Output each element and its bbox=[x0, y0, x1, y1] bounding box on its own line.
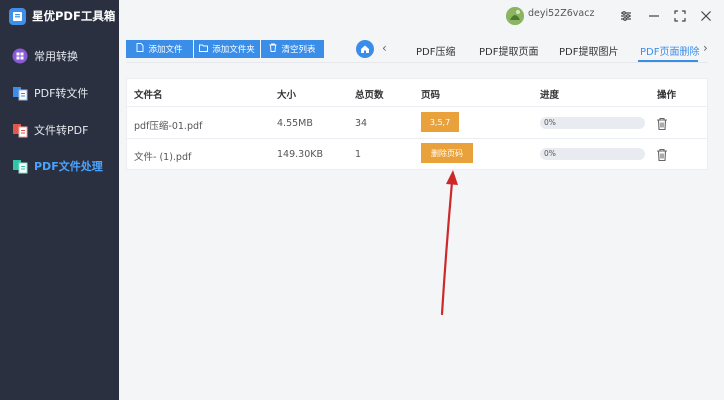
tab-pdf-extract-images[interactable]: PDF提取图片 bbox=[559, 43, 618, 58]
page-code-button[interactable]: 删除页码 bbox=[421, 143, 473, 163]
add-file-button[interactable]: 添加文件 bbox=[126, 40, 193, 58]
table-row[interactable]: 文件- (1).pdf 149.30KB 1 删除页码 0% bbox=[127, 139, 707, 170]
sidebar-item-common-convert[interactable]: 常用转换 bbox=[12, 46, 78, 66]
trash-icon bbox=[269, 43, 277, 55]
user-avatar[interactable] bbox=[506, 7, 524, 25]
header-progress: 进度 bbox=[540, 90, 560, 101]
sidebar-item-label: 文件转PDF bbox=[34, 124, 89, 137]
pdf-convert-icon bbox=[12, 85, 28, 101]
folder-icon bbox=[199, 44, 209, 55]
sidebar-item-label: 常用转换 bbox=[34, 50, 78, 63]
tab-pdf-extract-pages[interactable]: PDF提取页面 bbox=[479, 43, 538, 58]
delete-icon[interactable] bbox=[656, 147, 668, 162]
table-header: 文件名 大小 总页数 页码 进度 操作 bbox=[127, 79, 707, 107]
progress-text: 0% bbox=[544, 118, 556, 127]
header-page-code: 页码 bbox=[421, 90, 441, 101]
file-icon bbox=[136, 43, 144, 55]
page-code-button[interactable]: 3,5,7 bbox=[421, 112, 459, 132]
clear-list-button[interactable]: 清空列表 bbox=[261, 40, 324, 58]
tab-divider bbox=[126, 62, 708, 63]
maximize-icon[interactable] bbox=[671, 7, 689, 25]
file-name: 文件- (1).pdf bbox=[134, 152, 192, 163]
progress-bar: 0% bbox=[540, 117, 645, 129]
header-name: 文件名 bbox=[134, 90, 163, 101]
file-name: pdf压缩-01.pdf bbox=[134, 121, 203, 132]
add-folder-button[interactable]: 添加文件夹 bbox=[194, 40, 260, 58]
sidebar-item-pdf-processing[interactable]: PDF文件处理 bbox=[12, 156, 103, 176]
minimize-icon[interactable] bbox=[645, 7, 663, 25]
table-row[interactable]: pdf压缩-01.pdf 4.55MB 34 3,5,7 0% bbox=[127, 108, 707, 139]
clear-list-label: 清空列表 bbox=[281, 45, 316, 55]
tab-pdf-compress[interactable]: PDF压缩 bbox=[416, 43, 455, 58]
pdf-process-icon bbox=[12, 158, 28, 174]
tab-pdf-page-delete[interactable]: PDF页面删除 bbox=[640, 43, 700, 58]
sidebar-item-file-to-pdf[interactable]: 文件转PDF bbox=[12, 120, 88, 140]
home-button[interactable] bbox=[356, 40, 374, 58]
sidebar: 星优PDF工具箱 常用转换 PDF转文件 文件转PDF PDF文件处理 bbox=[0, 0, 119, 400]
sidebar-item-pdf-to-file[interactable]: PDF转文件 bbox=[12, 83, 88, 103]
file-size: 4.55MB bbox=[277, 118, 313, 129]
app-logo: 星优PDF工具箱 bbox=[9, 6, 115, 26]
file-pages: 1 bbox=[355, 149, 362, 160]
sidebar-item-label: PDF转文件 bbox=[34, 87, 89, 100]
file-pages: 34 bbox=[355, 118, 368, 129]
tabs-prev-icon[interactable]: ‹ bbox=[382, 41, 387, 55]
add-folder-label: 添加文件夹 bbox=[212, 45, 255, 55]
username: deyi52Z6vacz bbox=[528, 8, 595, 19]
add-file-label: 添加文件 bbox=[148, 45, 183, 55]
sidebar-item-label: PDF文件处理 bbox=[34, 160, 103, 173]
file-table: 文件名 大小 总页数 页码 进度 操作 pdf压缩-01.pdf 4.55MB … bbox=[126, 78, 708, 170]
file-convert-icon bbox=[12, 122, 28, 138]
progress-bar: 0% bbox=[540, 148, 645, 160]
app-title: 星优PDF工具箱 bbox=[32, 9, 116, 23]
progress-text: 0% bbox=[544, 149, 556, 158]
delete-icon[interactable] bbox=[656, 116, 668, 131]
grid-icon bbox=[12, 48, 28, 64]
home-icon bbox=[361, 45, 369, 53]
file-size: 149.30KB bbox=[277, 149, 323, 160]
tabs-next-icon[interactable]: › bbox=[703, 41, 708, 55]
header-pages: 总页数 bbox=[355, 90, 384, 101]
settings-icon[interactable] bbox=[617, 7, 635, 25]
header-action: 操作 bbox=[657, 90, 677, 101]
app-logo-icon bbox=[9, 7, 26, 25]
header-size: 大小 bbox=[277, 90, 297, 101]
close-icon[interactable] bbox=[697, 7, 715, 25]
